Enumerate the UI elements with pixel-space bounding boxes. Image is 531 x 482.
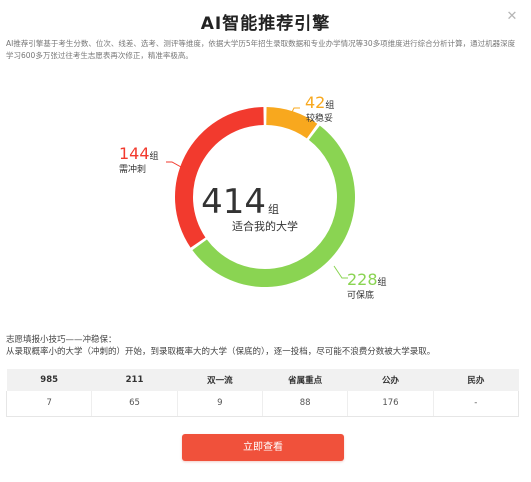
table-row: 7 65 9 88 176 - bbox=[5, 391, 520, 417]
table-cell: 176 bbox=[347, 391, 434, 417]
slice-label-stable-value: 42组 bbox=[305, 93, 334, 112]
table-cell: - bbox=[432, 391, 520, 417]
close-icon[interactable]: ✕ bbox=[505, 10, 519, 24]
table-header: 省属重点 bbox=[262, 369, 348, 391]
slice-label-safe-text: 可保底 bbox=[347, 289, 374, 301]
table-header: 985 bbox=[6, 369, 92, 391]
slice-label-reach-text: 需冲刺 bbox=[119, 163, 146, 175]
table-cell: 88 bbox=[261, 391, 348, 417]
leader-line-safe bbox=[333, 265, 348, 279]
view-now-button[interactable]: 立即查看 bbox=[182, 434, 344, 461]
modal-title: AI智能推荐引擎 bbox=[200, 14, 331, 34]
engine-description: AI推荐引擎基于考生分数、位次、线差、选考、测评等维度，依据大学历5年招生录取数… bbox=[6, 39, 516, 60]
slice-label-stable-text: 较稳妥 bbox=[306, 112, 333, 124]
table-header: 民办 bbox=[433, 369, 519, 391]
school-type-table: 985 211 双一流 省属重点 公办 民办 7 65 9 88 176 - bbox=[5, 369, 520, 417]
table-cell: 65 bbox=[91, 391, 178, 417]
table-header: 211 bbox=[91, 369, 178, 391]
table-header-row: 985 211 双一流 省属重点 公办 民办 bbox=[6, 369, 519, 391]
slice-label-safe-value: 228组 bbox=[347, 270, 387, 289]
tips-title: 志愿填报小技巧——冲稳保： bbox=[6, 335, 117, 345]
tips-body: 从录取概率小的大学（冲刺的）开始，到录取概率大的大学（保底的），逐一投档，尽可能… bbox=[6, 347, 436, 357]
donut-chart: 414 组 适合我的大学 42组 较稳妥 228组 可保底 144组 需冲刺 bbox=[119, 93, 387, 301]
total-label: 适合我的大学 bbox=[232, 219, 298, 233]
total-value: 414 bbox=[201, 182, 266, 222]
table-cell: 9 bbox=[176, 391, 263, 417]
recommendation-modal: AI智能推荐引擎 ✕ AI推荐引擎基于考生分数、位次、线差、选考、测评等维度，依… bbox=[0, 0, 531, 482]
slice-label-reach-value: 144组 bbox=[119, 144, 159, 163]
total-unit: 组 bbox=[268, 202, 279, 216]
table-header: 公办 bbox=[347, 369, 434, 391]
table-header: 双一流 bbox=[177, 369, 263, 391]
table-cell: 7 bbox=[5, 391, 92, 417]
